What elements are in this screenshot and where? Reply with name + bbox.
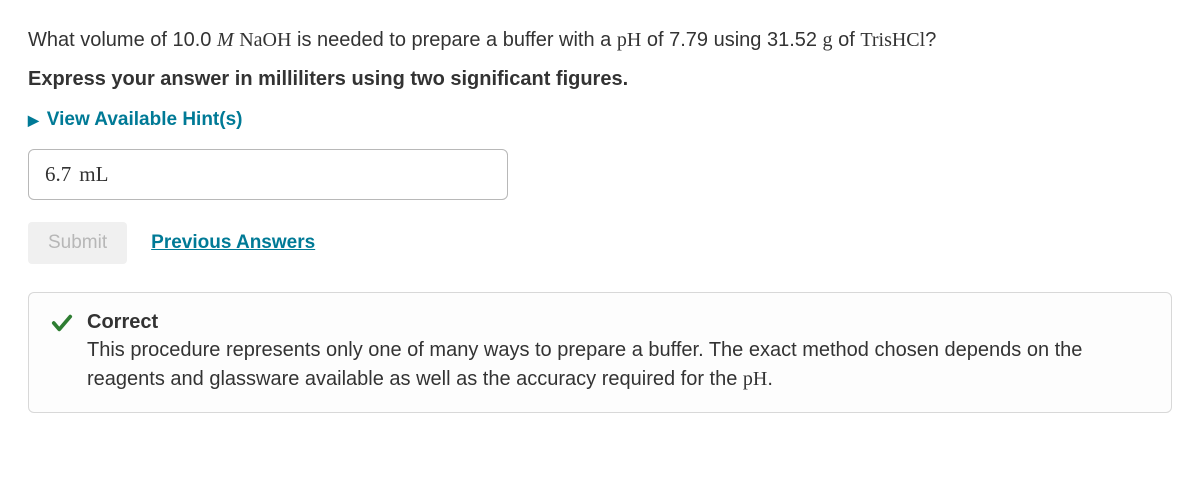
instruction-text: Express your answer in milliliters using… <box>28 68 1172 91</box>
previous-answers-link[interactable]: Previous Answers <box>151 232 315 254</box>
view-hints-toggle[interactable]: ▶ View Available Hint(s) <box>28 109 1172 131</box>
answer-unit: mL <box>79 162 108 186</box>
feedback-body: This procedure represents only one of ma… <box>87 336 1149 394</box>
submit-button[interactable]: Submit <box>28 222 127 264</box>
feedback-box: Correct This procedure represents only o… <box>28 292 1172 413</box>
answer-value: 6.7 <box>45 162 71 186</box>
check-icon <box>51 312 73 334</box>
answer-display: 6.7 mL <box>28 149 508 200</box>
hints-label: View Available Hint(s) <box>47 109 243 131</box>
feedback-title: Correct <box>87 311 158 334</box>
chevron-right-icon: ▶ <box>28 112 39 129</box>
question-text: What volume of 10.0 M NaOH is needed to … <box>28 24 1172 56</box>
